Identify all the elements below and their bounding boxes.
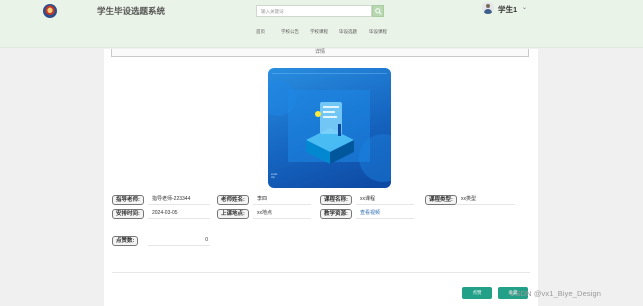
field-label: 安排时间: (112, 209, 144, 219)
like-button[interactable]: 点赞 (462, 287, 492, 299)
user-name[interactable]: 学生1 (498, 4, 517, 15)
field-label: 指导老师: (112, 195, 144, 205)
search-icon (375, 8, 382, 15)
course-cover-image: smart city (268, 68, 391, 188)
field-value: 李四 (253, 195, 311, 205)
cover-caption-line-2: city (271, 176, 275, 179)
field-value: xx类型 (457, 195, 515, 205)
nav-item-announcements[interactable]: 学校公告 (281, 29, 299, 35)
watermark: CSDN @vx1_Biye_Design (510, 289, 601, 298)
view-video-link[interactable]: 查看视频 (356, 209, 414, 219)
field-value: 0 (148, 236, 210, 246)
avatar[interactable] (482, 2, 494, 14)
detail-panel: 详情 smart city 指导老师: 指导老师-223344 老师姓名: 李四 (104, 49, 538, 306)
field-value: xx地点 (253, 209, 311, 219)
field-value: 2024-03-05 (148, 209, 210, 219)
search-input[interactable]: 输入关键词 (256, 5, 372, 17)
divider (112, 272, 530, 273)
field-label: 课程名称: (320, 195, 352, 205)
nav-item-home[interactable]: 首页 (256, 29, 265, 35)
cover-caption: smart city (271, 173, 277, 179)
cover-illustration (268, 73, 391, 182)
search-button[interactable] (372, 5, 384, 17)
field-label: 教学资源: (320, 209, 352, 219)
field-label: 点赞数: (112, 236, 139, 246)
top-header: 学生毕设选题系统 输入关键词 学生1 ⌄ 首页 学校公告 学校课程 毕设选题 毕… (0, 0, 643, 48)
nav-item-topic-courses[interactable]: 毕设课程 (369, 29, 387, 35)
site-logo-icon[interactable] (43, 4, 57, 18)
nav-item-courses[interactable]: 学校课程 (310, 29, 328, 35)
field-label: 课程类型: (425, 195, 457, 205)
main-nav: 首页 学校公告 学校课程 毕设选题 毕设课程 (0, 29, 643, 39)
nav-item-topics[interactable]: 毕设选题 (339, 29, 357, 35)
field-label: 上课地点: (217, 209, 249, 219)
field-label: 老师姓名: (217, 195, 249, 205)
field-value: 指导老师-223344 (148, 195, 210, 205)
detail-tab[interactable]: 详情 (111, 49, 529, 57)
chevron-down-icon[interactable]: ⌄ (522, 4, 527, 11)
field-value: xx课程 (356, 195, 414, 205)
site-title: 学生毕设选题系统 (97, 6, 166, 16)
